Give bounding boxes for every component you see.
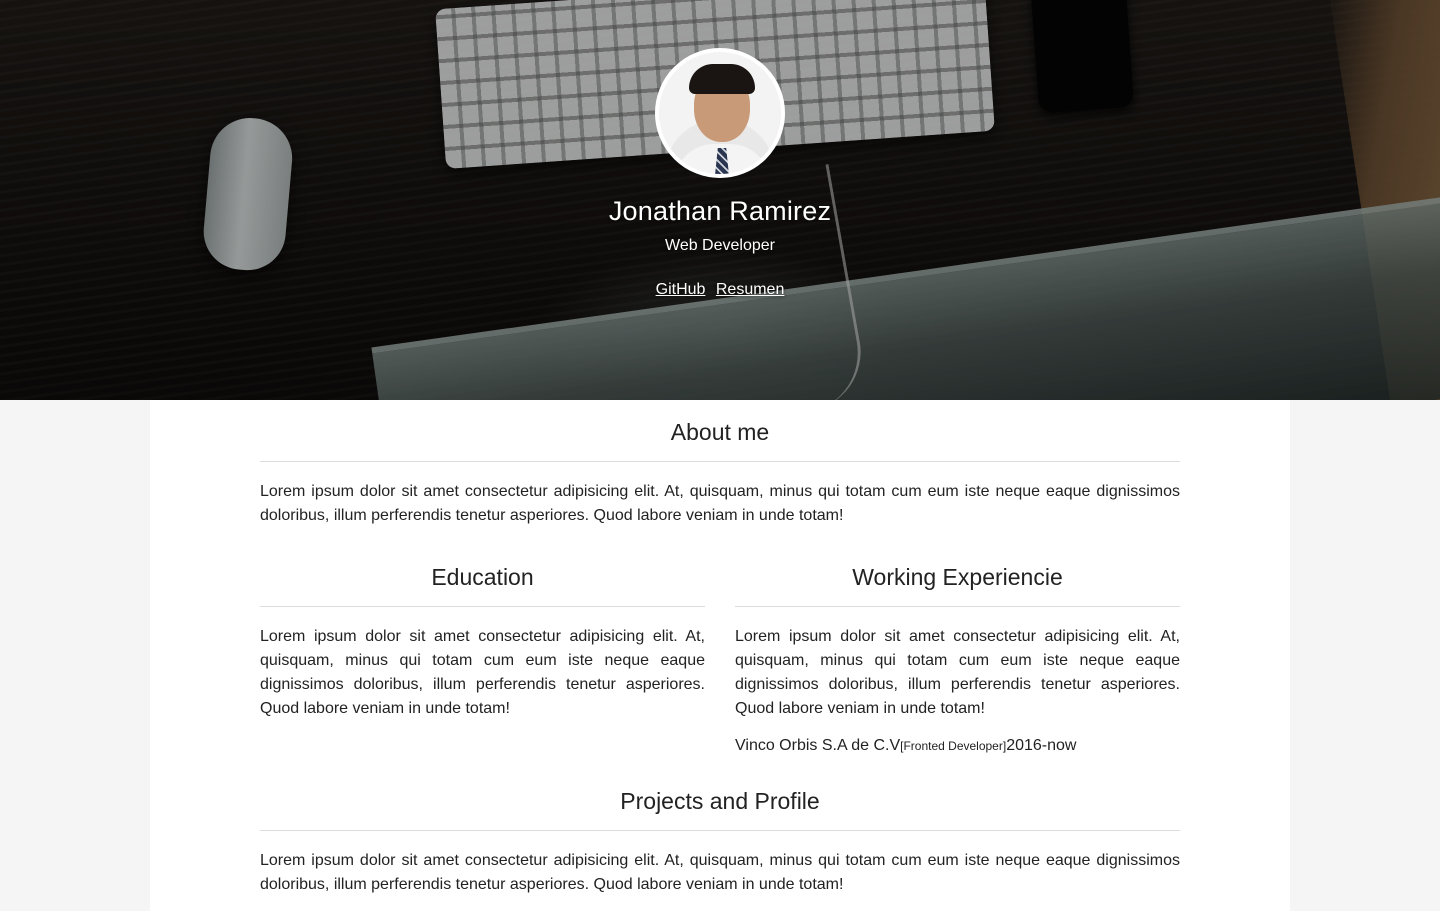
job-position: [Fronted Developer] — [900, 739, 1007, 753]
profile-links: GitHub Resumen — [0, 281, 1440, 299]
education-title: Education — [260, 564, 705, 607]
content-card: About me Lorem ipsum dolor sit amet cons… — [150, 400, 1290, 911]
github-link[interactable]: GitHub — [656, 281, 706, 298]
job-company: Vinco Orbis S.A de C.V — [735, 737, 901, 754]
profile-name: Jonathan Ramirez — [608, 196, 832, 226]
experience-text: Lorem ipsum dolor sit amet consectetur a… — [735, 628, 1180, 717]
hero-header: Jonathan Ramirez Web Developer GitHub Re… — [0, 0, 1440, 400]
education-experience-row: Education Lorem ipsum dolor sit amet con… — [260, 564, 1180, 755]
profile-role: Web Developer — [665, 237, 775, 254]
resumen-link[interactable]: Resumen — [716, 281, 784, 298]
education-text: Lorem ipsum dolor sit amet consectetur a… — [260, 628, 705, 717]
projects-title: Projects and Profile — [260, 788, 1180, 831]
experience-section: Working Experiencie Lorem ipsum dolor si… — [735, 564, 1180, 755]
about-title: About me — [260, 419, 1180, 462]
projects-text: Lorem ipsum dolor sit amet consectetur a… — [260, 852, 1180, 893]
job-period: 2016-now — [1006, 737, 1077, 754]
job-entry: Vinco Orbis S.A de C.V[Fronted Developer… — [735, 737, 1180, 755]
experience-title: Working Experiencie — [735, 564, 1180, 607]
avatar-hair — [689, 64, 755, 94]
education-section: Education Lorem ipsum dolor sit amet con… — [260, 564, 705, 755]
about-text: Lorem ipsum dolor sit amet consectetur a… — [260, 483, 1180, 524]
projects-section: Projects and Profile Lorem ipsum dolor s… — [260, 788, 1180, 897]
avatar — [655, 48, 785, 178]
about-section: About me Lorem ipsum dolor sit amet cons… — [260, 400, 1180, 528]
profile-block: Jonathan Ramirez Web Developer GitHub Re… — [0, 0, 1440, 299]
